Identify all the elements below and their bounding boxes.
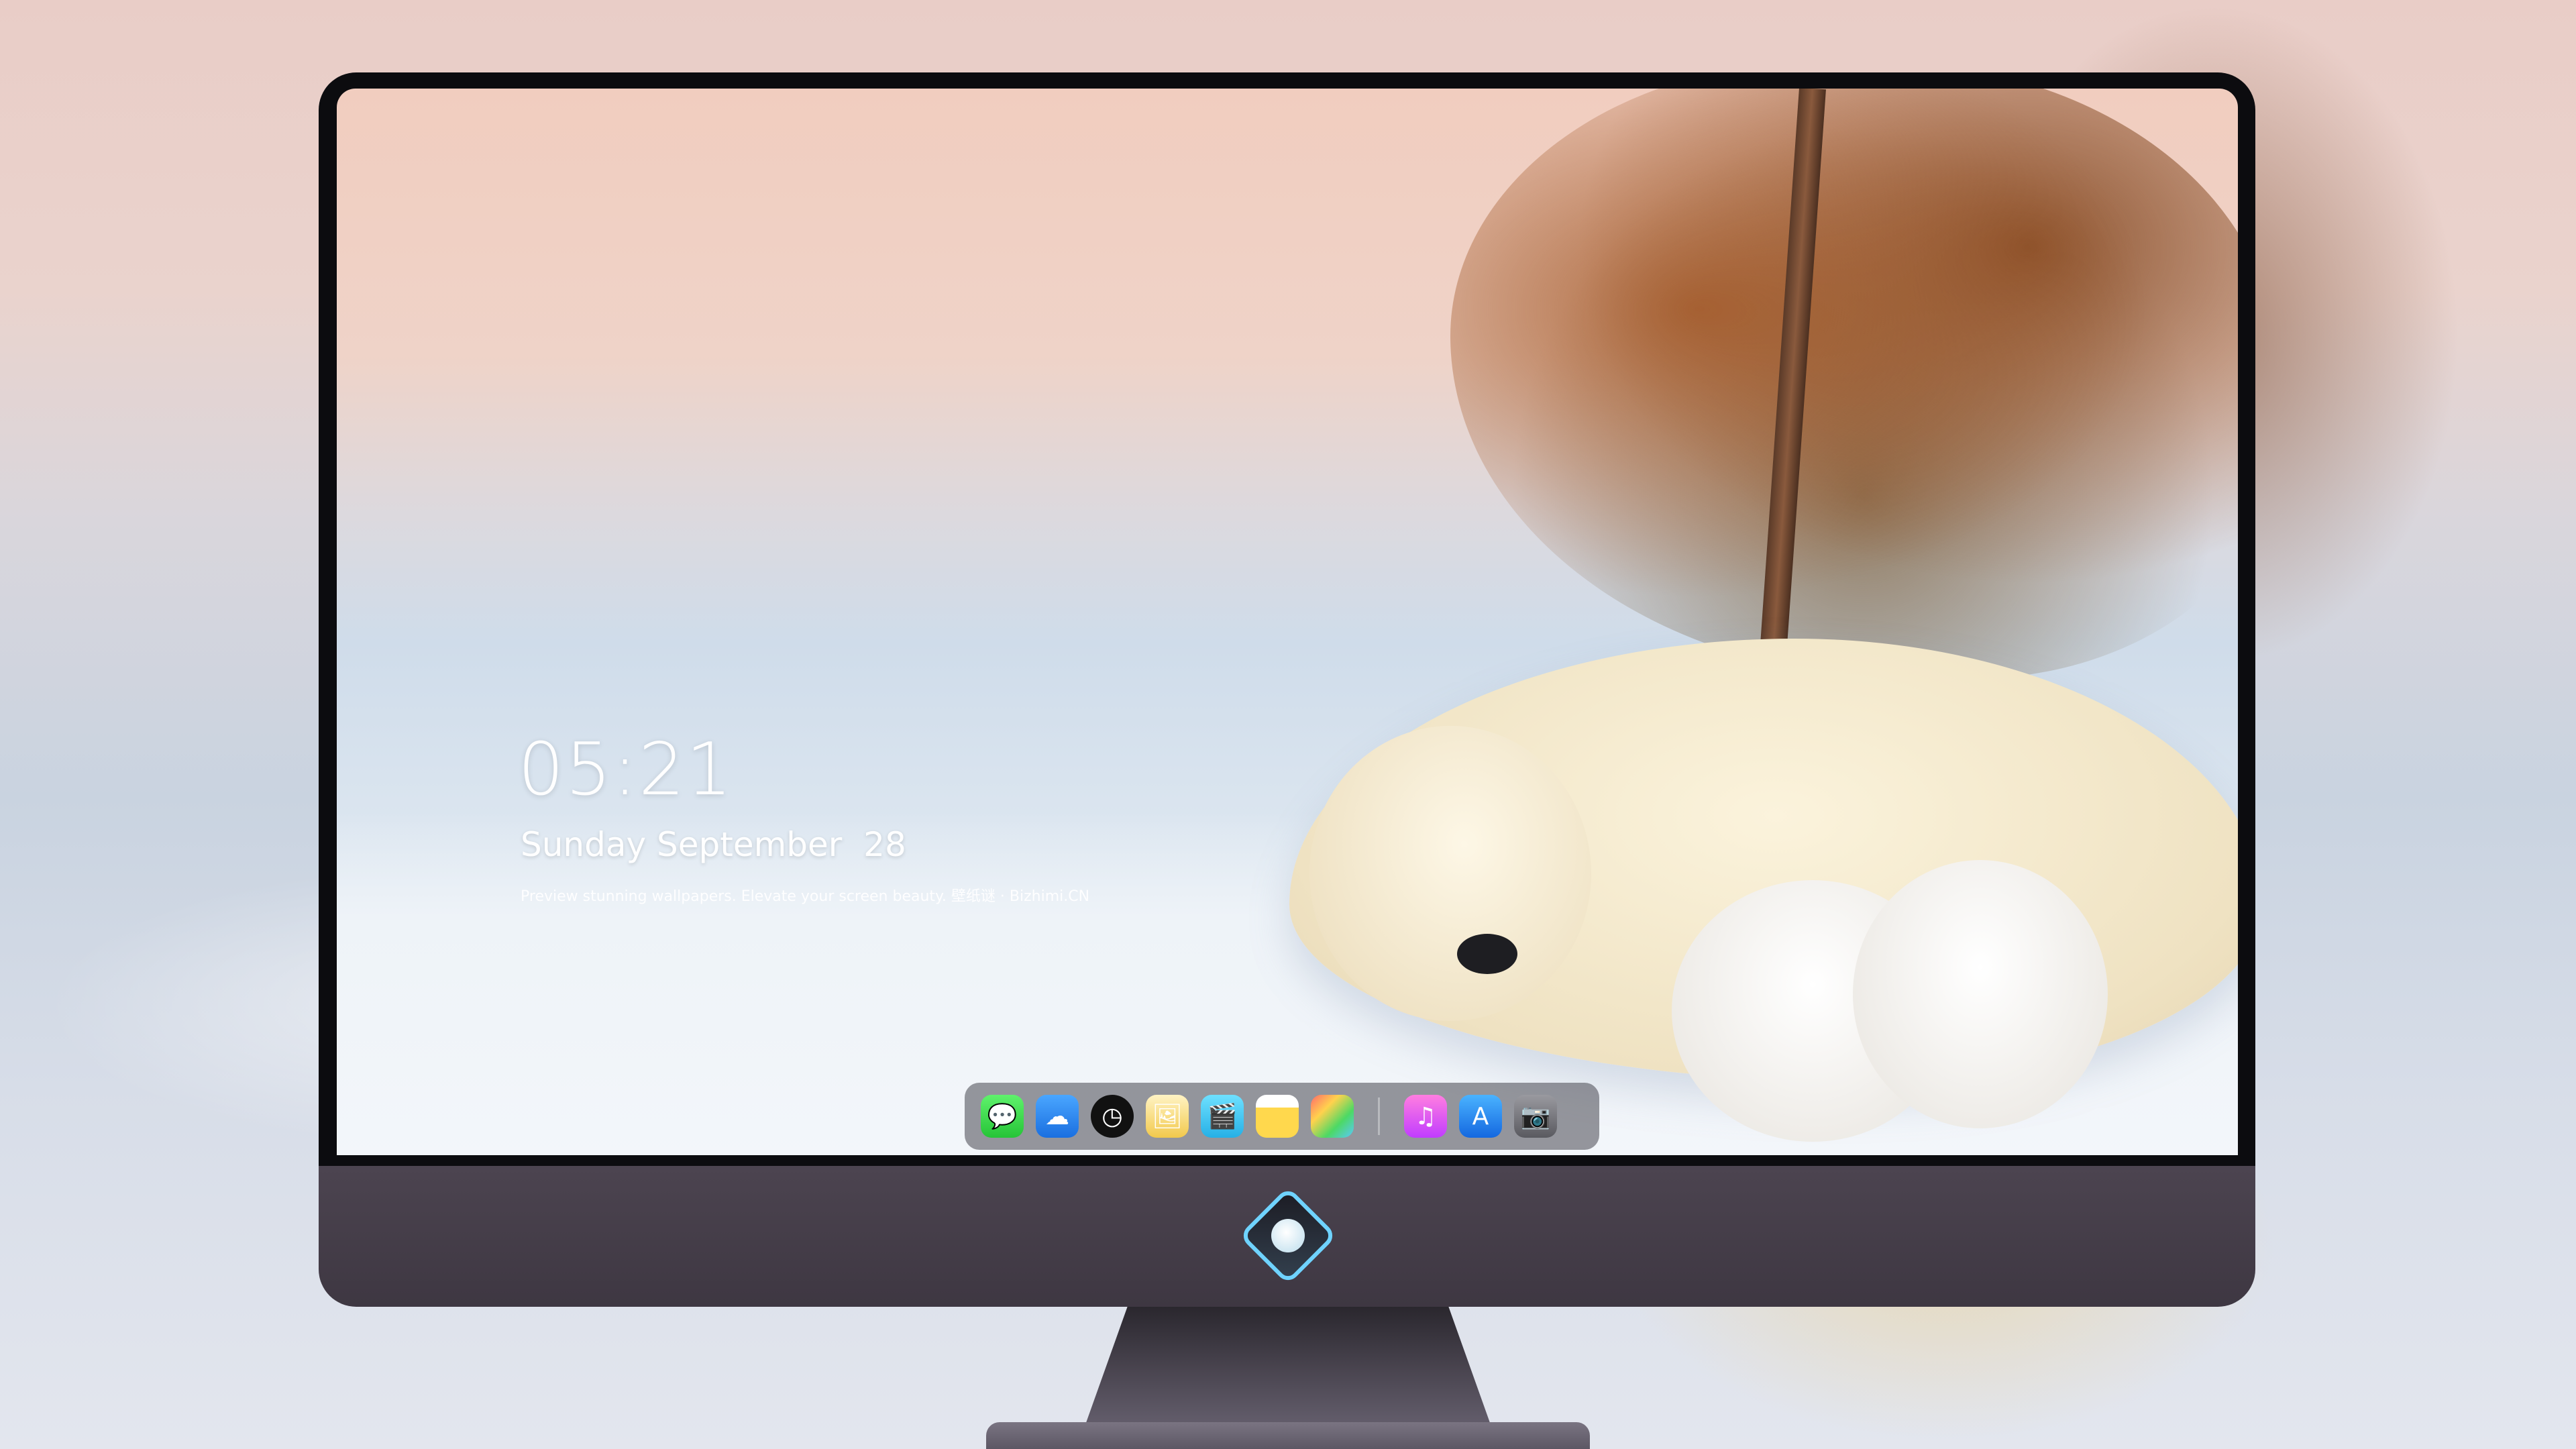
weather-icon[interactable]: ☁ <box>1036 1095 1079 1138</box>
preview-icon[interactable]: 🖼 <box>1146 1095 1189 1138</box>
dock-separator <box>1378 1097 1380 1135</box>
notes-icon[interactable] <box>1256 1095 1299 1138</box>
polar-bear-cub <box>1853 860 2108 1128</box>
monitor-bottom-bezel <box>319 1155 2255 1166</box>
camera-icon[interactable]: 📷 <box>1514 1095 1557 1138</box>
brand-logo-emblem <box>1271 1219 1305 1252</box>
lockscreen-tagline: Preview stunning wallpapers. Elevate you… <box>521 888 1090 905</box>
lockscreen-date: Sunday September 28 <box>521 825 906 864</box>
photos-icon[interactable] <box>1311 1095 1354 1138</box>
clock-icon[interactable]: ◷ <box>1091 1095 1134 1138</box>
music-icon[interactable]: ♫ <box>1404 1095 1447 1138</box>
lockscreen-time: 05:21 <box>518 728 734 812</box>
monitor-stand-base <box>986 1422 1590 1449</box>
polar-bear-head <box>1309 726 1591 1021</box>
desktop-screen <box>337 89 2238 1155</box>
polar-bear-nose <box>1457 934 1517 974</box>
messages-icon[interactable]: 💬 <box>981 1095 1024 1138</box>
tree-crown <box>1450 89 2238 679</box>
app-store-icon[interactable]: A <box>1459 1095 1502 1138</box>
clapperboard-icon[interactable]: 🎬 <box>1201 1095 1244 1138</box>
dock: 💬 ☁ ◷ 🖼 🎬 ♫ A 📷 <box>965 1083 1599 1150</box>
